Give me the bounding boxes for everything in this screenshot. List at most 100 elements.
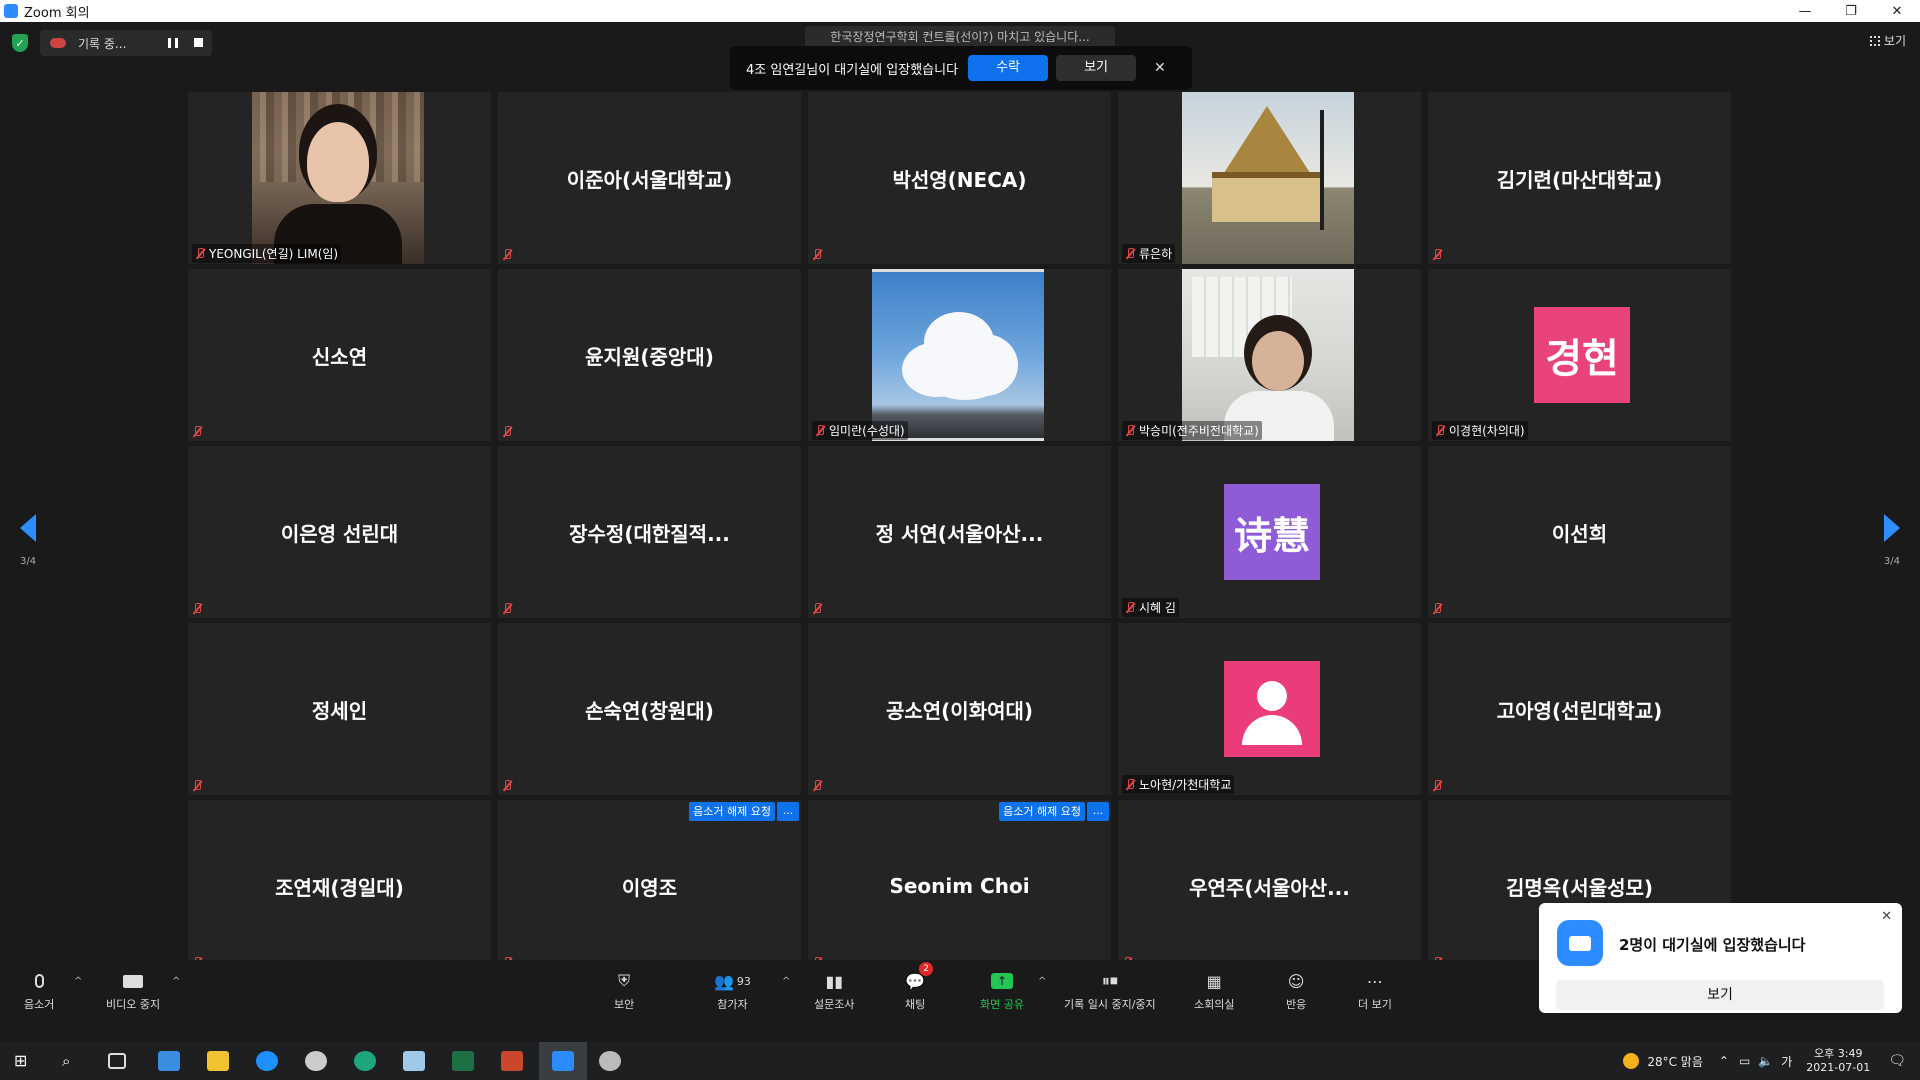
participant-tile[interactable]: 诗慧 시혜 김 xyxy=(1118,446,1421,618)
participant-tile[interactable]: 이준아(서울대학교) xyxy=(498,92,801,264)
app-pinned-icon[interactable] xyxy=(305,1051,327,1071)
notification-center-icon[interactable]: 🗨 xyxy=(1888,1053,1906,1069)
taskbar-clock[interactable]: 오후 3:49 2021-07-01 xyxy=(1806,1047,1870,1075)
stop-recording-icon[interactable] xyxy=(194,38,203,47)
window-title: Zoom 회의 xyxy=(24,5,90,21)
participant-tile[interactable]: 우연주(서울아산... xyxy=(1118,800,1421,972)
participant-tile[interactable]: 손숙연(창원대) xyxy=(498,623,801,795)
audio-options-caret-icon[interactable]: ^ xyxy=(74,976,82,987)
more-button[interactable]: ⋯ 더 보기 xyxy=(1358,970,1392,1012)
search-icon[interactable]: ⌕ xyxy=(62,1051,84,1071)
participant-video xyxy=(872,269,1044,441)
share-options-caret-icon[interactable]: ^ xyxy=(1038,976,1046,987)
security-button[interactable]: ⛨ 보안 xyxy=(614,970,634,1012)
participant-tile[interactable]: 정 서연(서울아산... xyxy=(808,446,1111,618)
video-camera-icon xyxy=(123,974,144,988)
default-person-icon xyxy=(1242,679,1302,745)
task-view-icon[interactable] xyxy=(108,1053,126,1069)
edge-browser-icon[interactable] xyxy=(354,1051,376,1071)
participant-label: 이경현(차의대) xyxy=(1432,421,1528,440)
popup-close-icon[interactable]: ✕ xyxy=(1881,909,1892,924)
muted-mic-icon xyxy=(502,603,512,615)
participant-tile[interactable]: YEONGIL(연길) LIM(임) xyxy=(188,92,491,264)
reactions-button[interactable]: ☺ 반응 xyxy=(1286,970,1306,1012)
share-arrow-icon: ↑ xyxy=(990,973,1013,989)
participant-tile[interactable]: 음소거 해제 요청 ... Seonim Choi xyxy=(808,800,1111,972)
participant-label: 류은하 xyxy=(1122,244,1176,263)
participant-tile[interactable]: 노아현/가천대학교 xyxy=(1118,623,1421,795)
participant-tile[interactable]: 음소거 해제 요청 ... 이영조 xyxy=(498,800,801,972)
participant-tile[interactable]: 이은영 선린대 xyxy=(188,446,491,618)
view-button[interactable]: 보기 xyxy=(1869,32,1906,49)
mute-button[interactable]: 음소거 xyxy=(24,970,54,1012)
participant-tile[interactable]: 류은하 xyxy=(1118,92,1421,264)
participant-name: 우연주(서울아산... xyxy=(1189,875,1350,900)
breakout-rooms-button[interactable]: ▦ 소회의실 xyxy=(1194,970,1234,1012)
minimize-button[interactable]: — xyxy=(1782,0,1828,22)
volume-icon[interactable]: 🔈 xyxy=(1758,1054,1773,1068)
internet-explorer-icon[interactable] xyxy=(256,1051,278,1071)
participant-tile[interactable]: 신소연 xyxy=(188,269,491,441)
recording-controls-button[interactable]: ⏸⏹ 기록 일시 중지/중지 xyxy=(1064,970,1156,1012)
zoom-taskbar-icon[interactable] xyxy=(552,1051,574,1071)
muted-mic-icon xyxy=(502,780,512,792)
weather-text[interactable]: 28°C 맑음 xyxy=(1647,1053,1703,1070)
participant-tile[interactable]: 고아영(선린대학교) xyxy=(1428,623,1731,795)
admit-button[interactable]: 수락 xyxy=(968,55,1049,81)
participant-name: 시혜 김 xyxy=(1139,601,1176,615)
notice-close-icon[interactable]: ✕ xyxy=(1154,60,1166,76)
window-controls: — ❐ ✕ xyxy=(1782,0,1920,22)
chat-button[interactable]: 💬 2 채팅 xyxy=(905,962,934,1012)
app-pinned-icon[interactable] xyxy=(158,1051,180,1071)
popup-view-button[interactable]: 보기 xyxy=(1556,980,1884,1010)
file-explorer-icon[interactable] xyxy=(207,1051,229,1071)
stop-video-button[interactable]: 비디오 중지 xyxy=(106,970,160,1012)
participant-tile[interactable]: 김기련(마산대학교) xyxy=(1428,92,1731,264)
powerpoint-icon[interactable] xyxy=(501,1051,523,1071)
participant-name: 공소연(이화여대) xyxy=(885,698,1034,723)
participant-label: 노아현/가천대학교 xyxy=(1122,775,1235,794)
participant-tile[interactable]: 조연재(경일대) xyxy=(188,800,491,972)
participant-tile[interactable]: 박선영(NECA) xyxy=(808,92,1111,264)
tray-chevron-icon[interactable]: ⌃ xyxy=(1719,1054,1729,1068)
notice-view-button[interactable]: 보기 xyxy=(1056,55,1137,81)
participant-tile[interactable]: 임미란(수성대) xyxy=(808,269,1111,441)
participant-name: 고아영(선린대학교) xyxy=(1496,698,1663,723)
participant-name: 장수정(대한질적... xyxy=(569,521,730,546)
participant-tile[interactable]: 정세인 xyxy=(188,623,491,795)
polls-button[interactable]: ▮▮ 설문조사 xyxy=(814,970,854,1012)
network-icon[interactable]: ▭ xyxy=(1739,1054,1750,1068)
smiley-icon: ☺ xyxy=(1287,971,1305,991)
recording-label: 기록 중... xyxy=(78,36,127,51)
ime-indicator[interactable]: 가 xyxy=(1781,1053,1792,1070)
participant-tile[interactable]: 박승미(전주비전대학교) xyxy=(1118,269,1421,441)
restore-button[interactable]: ❐ xyxy=(1828,0,1874,22)
share-screen-button[interactable]: ↑ 화면 공유 xyxy=(980,970,1024,1012)
participant-name: 이영조 xyxy=(621,875,678,900)
security-label: 보안 xyxy=(614,998,635,1011)
muted-mic-icon xyxy=(502,249,512,261)
participant-tile[interactable]: 장수정(대한질적... xyxy=(498,446,801,618)
excel-icon[interactable] xyxy=(452,1051,474,1071)
participant-tile[interactable]: 경현 이경현(차의대) xyxy=(1428,269,1731,441)
participant-tile[interactable]: 윤지원(중앙대) xyxy=(498,269,801,441)
participant-tile[interactable]: 공소연(이화여대) xyxy=(808,623,1111,795)
participants-button[interactable]: 👥 93 참가자 xyxy=(714,970,751,1012)
windows-start-icon[interactable]: ⊞ xyxy=(14,1051,36,1071)
next-page-arrow-icon[interactable] xyxy=(1884,514,1900,542)
breakout-label: 소회의실 xyxy=(1194,998,1235,1011)
participant-name: 이선희 xyxy=(1551,521,1608,546)
participants-caret-icon[interactable]: ^ xyxy=(782,976,790,987)
more-label: 더 보기 xyxy=(1358,998,1392,1011)
app-pinned-icon[interactable] xyxy=(403,1051,425,1071)
participant-video xyxy=(252,92,424,264)
pause-recording-icon[interactable] xyxy=(168,38,178,48)
encryption-shield-icon[interactable]: ✓ xyxy=(12,34,28,52)
security-shield-icon: ⛨ xyxy=(618,971,631,990)
app-pinned-icon[interactable] xyxy=(599,1051,621,1071)
participant-tile[interactable]: 이선희 xyxy=(1428,446,1731,618)
close-window-button[interactable]: ✕ xyxy=(1874,0,1920,22)
video-options-caret-icon[interactable]: ^ xyxy=(172,976,180,987)
prev-page-arrow-icon[interactable] xyxy=(20,514,36,542)
participant-name: 임미란(수성대) xyxy=(829,424,905,438)
